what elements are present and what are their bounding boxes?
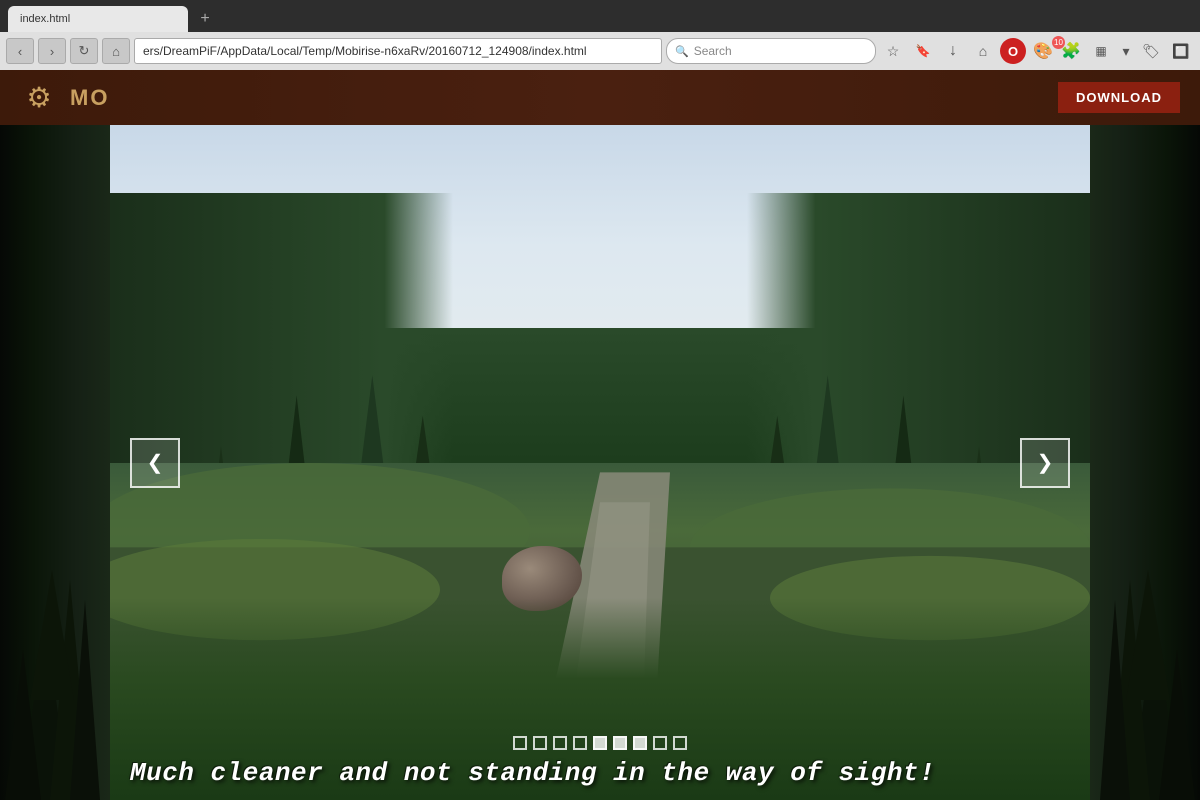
slider-wrapper: ❮ ❯ <box>110 125 1090 800</box>
home-icon: ⌂ <box>112 44 120 59</box>
menu-icon: ▦ <box>1095 44 1106 58</box>
download-arrow-icon: ↓ <box>949 42 957 60</box>
nav-back-btn[interactable]: ‹ <box>6 38 34 64</box>
indicator-7[interactable] <box>633 736 647 750</box>
side-panel-left <box>0 125 110 800</box>
indicator-2[interactable] <box>533 736 547 750</box>
home-btn[interactable]: ⌂ <box>102 38 130 64</box>
reload-icon: ↻ <box>79 43 90 59</box>
slider-next-btn[interactable]: ❯ <box>1020 438 1070 488</box>
opera-logo: O <box>1008 44 1018 59</box>
gear-icon-app: ⚙ <box>20 79 58 117</box>
search-icon: 🔍 <box>675 45 689 58</box>
indicator-3[interactable] <box>553 736 567 750</box>
browser-window: index.html + ‹ › ↻ ⌂ ers/DreamPiF/AppDat… <box>0 0 1200 800</box>
home-icon-btn[interactable]: ⌂ <box>970 38 996 64</box>
home-icon2: ⌂ <box>979 43 987 59</box>
side-panel-right <box>1090 125 1200 800</box>
slide-image <box>110 125 1090 800</box>
tab-bar: index.html + <box>0 0 1200 32</box>
bookmark-btn[interactable]: 🔖 <box>910 38 936 64</box>
bookmark-icon: 🔖 <box>916 44 931 58</box>
search-bar[interactable]: 🔍 Search <box>666 38 876 64</box>
address-bar[interactable]: ers/DreamPiF/AppData/Local/Temp/Mobirise… <box>134 38 662 64</box>
ext-badge-area[interactable]: 🧩 10 <box>1058 38 1084 64</box>
nav-forward-btn[interactable]: › <box>38 38 66 64</box>
notification-badge: 10 <box>1052 36 1065 49</box>
slide-indicators <box>513 736 687 750</box>
reload-btn[interactable]: ↻ <box>70 38 98 64</box>
more-btn[interactable]: 🏷 <box>1138 38 1164 64</box>
opera-icon-btn[interactable]: O <box>1000 38 1026 64</box>
prev-arrow-icon: ❮ <box>147 450 164 475</box>
indicator-9[interactable] <box>673 736 687 750</box>
dropdown-btn[interactable]: ▾ <box>1118 38 1134 64</box>
app-name: MO <box>70 85 109 111</box>
menu-icon-btn[interactable]: ▦ <box>1088 38 1114 64</box>
indicator-4[interactable] <box>573 736 587 750</box>
new-tab-btn[interactable]: + <box>192 6 218 32</box>
chevron-down-icon: ▾ <box>1122 43 1129 60</box>
browser-toolbar: ‹ › ↻ ⌂ ers/DreamPiF/AppData/Local/Temp/… <box>0 32 1200 70</box>
slider-prev-btn[interactable]: ❮ <box>130 438 180 488</box>
extensions-area: 🎨 🧩 10 <box>1030 38 1084 64</box>
download-btn-browser[interactable]: ↓ <box>940 38 966 64</box>
search-placeholder: Search <box>694 44 732 58</box>
app-logo: ⚙ MO <box>20 79 109 117</box>
indicator-8[interactable] <box>653 736 667 750</box>
indicator-5[interactable] <box>593 736 607 750</box>
star-icon: ☆ <box>887 43 900 60</box>
active-tab[interactable]: index.html <box>8 6 188 32</box>
download-button[interactable]: DOWNLOAD <box>1058 82 1180 113</box>
indicator-6[interactable] <box>613 736 627 750</box>
bookmark-star-btn[interactable]: ☆ <box>880 38 906 64</box>
caption-text: Much cleaner and not standing in the way… <box>130 758 935 788</box>
extra-btn[interactable]: 🔲 <box>1168 38 1194 64</box>
slide-caption: Much cleaner and not standing in the way… <box>110 758 1090 788</box>
page-content: ⚙ MO DOWNLOAD <box>0 70 1200 800</box>
slider-container: ❮ ❯ <box>110 125 1090 800</box>
tab-label: index.html <box>20 13 70 25</box>
side-forest-left <box>0 125 110 800</box>
app-header: ⚙ MO DOWNLOAD <box>0 70 1200 125</box>
next-arrow-icon: ❯ <box>1037 450 1054 475</box>
url-text: ers/DreamPiF/AppData/Local/Temp/Mobirise… <box>143 44 587 58</box>
indicator-1[interactable] <box>513 736 527 750</box>
side-forest-right <box>1090 125 1200 800</box>
